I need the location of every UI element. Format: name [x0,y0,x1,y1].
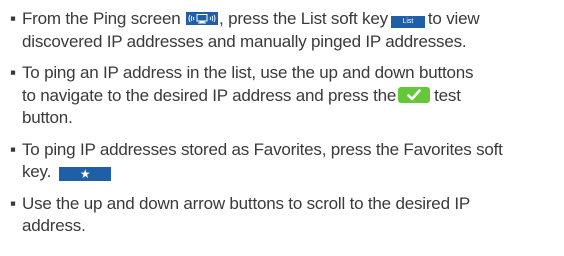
instruction-list: ▪ From the Ping screen , press the List … [10,8,560,247]
item-text: From the Ping screen [22,9,181,28]
item-line: Use the up and down arrow buttons to scr… [22,193,471,213]
ping-key-icon [186,12,219,25]
bullet: ▪ [10,193,16,213]
list-item-scroll: ▪ Use the up and down arrow buttons to s… [10,193,560,238]
item-text: key. [22,162,52,181]
item-line: From the Ping screen , press the List so… [22,8,560,31]
item-line: button. [22,108,73,127]
list-item-ping-address: ▪ To ping an IP address in the list, use… [10,62,560,130]
item-text: to view [427,9,480,28]
item-line: To ping an IP address in the list, use t… [22,63,474,82]
checkmark-icon [398,86,431,103]
item-text: , press the List soft key [219,9,388,28]
list-key-icon: List [390,16,425,28]
item-text: test [434,85,461,105]
item-line: discovered IP addresses and manually pin… [22,31,467,51]
bullet: ▪ [10,63,16,82]
list-item-favorites: ▪ To ping IP addresses stored as Favorit… [10,139,560,184]
item-line: key. ★ [22,161,560,184]
item-line: To ping IP addresses stored as Favorites… [22,139,503,159]
item-line: address. [22,216,86,235]
bullet: ▪ [10,139,16,159]
item-line: to navigate to the desired IP address an… [22,85,560,108]
item-text: to navigate to the desired IP address an… [22,85,397,105]
bullet: ▪ [10,9,16,28]
list-item-view-discovered: ▪ From the Ping screen , press the List … [10,8,560,53]
star-icon: ★ [59,167,112,181]
